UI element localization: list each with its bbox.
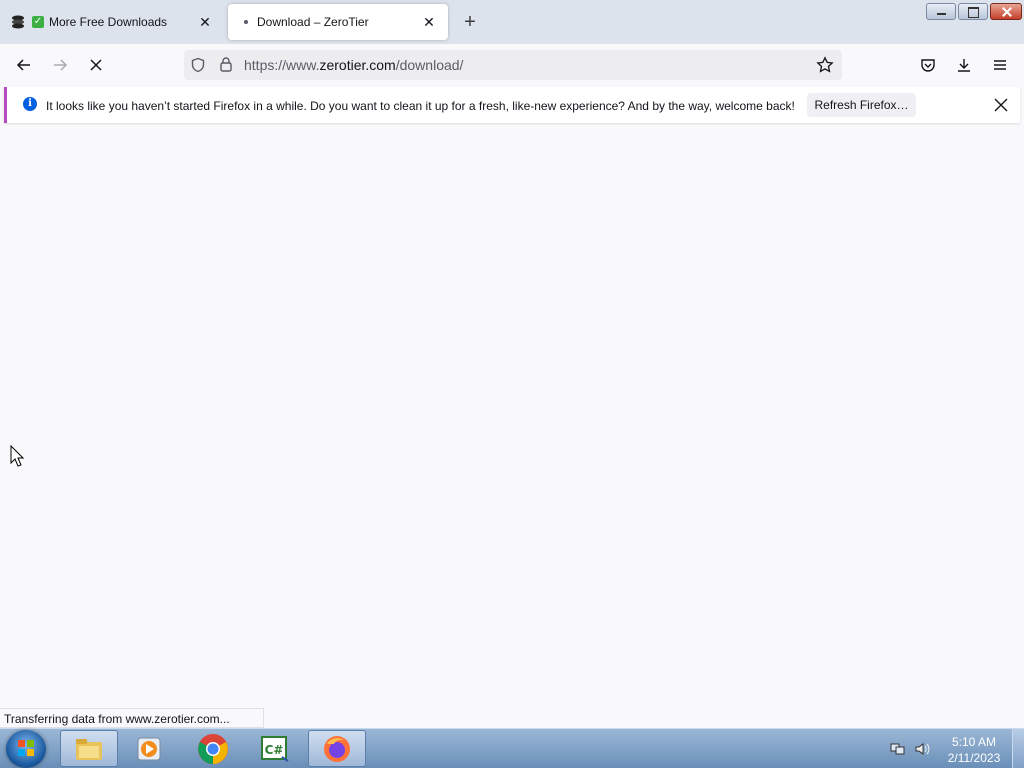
tab-title: Download – ZeroTier: [257, 15, 369, 29]
taskbar-csharp[interactable]: C#: [246, 730, 304, 767]
network-icon[interactable]: [890, 741, 906, 760]
url-bar[interactable]: https://www.zerotier.com/download/: [184, 50, 842, 80]
svg-text:C#: C#: [265, 743, 284, 757]
stop-x-icon: [90, 59, 102, 71]
notification-message: It looks like you haven’t started Firefo…: [46, 99, 795, 113]
refresh-firefox-button[interactable]: Refresh Firefox…: [807, 93, 916, 117]
page-content-area[interactable]: [0, 128, 1024, 728]
taskbar: C# 5:10 AM 2/11/2023: [0, 728, 1024, 768]
status-panel: Transferring data from www.zerotier.com.…: [0, 708, 264, 728]
download-arrow-icon: [958, 59, 970, 72]
mouse-cursor-icon: [10, 444, 25, 470]
url-prefix: https://www.: [244, 57, 320, 73]
start-button[interactable]: [6, 730, 46, 768]
url-host: zerotier.com: [319, 57, 396, 73]
taskbar-clock[interactable]: 5:10 AM 2/11/2023: [944, 734, 1004, 766]
refresh-notification-bar: i It looks like you haven’t started Fire…: [4, 87, 1020, 123]
pocket-icon: [921, 59, 935, 72]
hamburger-menu-icon: [994, 60, 1006, 70]
info-icon: i: [23, 97, 37, 111]
forward-button[interactable]: [46, 51, 74, 79]
restore-button[interactable]: [958, 3, 988, 20]
back-button[interactable]: [10, 51, 38, 79]
downloads-button[interactable]: [950, 51, 978, 79]
menu-button[interactable]: [986, 51, 1014, 79]
close-tab-icon[interactable]: ✕: [196, 13, 214, 31]
tab-title: More Free Downloads: [49, 15, 168, 29]
windows-logo-icon: [18, 740, 34, 756]
taskbar-media-player[interactable]: [120, 730, 178, 767]
show-desktop-button[interactable]: [1012, 729, 1024, 768]
folder-icon: [76, 738, 102, 760]
taskbar-explorer[interactable]: [60, 730, 118, 767]
taskbar-chrome[interactable]: [184, 730, 242, 767]
nav-bar: https://www.zerotier.com/download/: [0, 44, 1024, 86]
csharp-icon: C#: [261, 735, 289, 762]
clock-time: 5:10 AM: [951, 735, 997, 749]
site-stack-icon: [10, 14, 26, 30]
stop-button[interactable]: [82, 51, 110, 79]
green-check-icon: ✓: [32, 16, 44, 28]
url-text[interactable]: https://www.zerotier.com/download/: [244, 57, 463, 73]
tab-more-free-downloads[interactable]: ✓ More Free Downloads ✕: [0, 4, 224, 40]
lock-icon[interactable]: [218, 56, 234, 75]
close-icon: [994, 98, 1008, 112]
back-arrow-icon: [16, 59, 30, 71]
star-bookmark-icon[interactable]: [816, 56, 834, 77]
tab-strip: ✓ More Free Downloads ✕ Download – ZeroT…: [0, 0, 1024, 44]
close-tab-icon[interactable]: ✕: [420, 13, 438, 31]
volume-icon[interactable]: [914, 741, 930, 760]
tab-download-zerotier[interactable]: Download – ZeroTier ✕: [228, 4, 448, 40]
shield-icon[interactable]: [190, 57, 206, 76]
taskbar-firefox[interactable]: [308, 730, 366, 767]
loading-dot-icon: [244, 20, 248, 24]
clock-date: 2/11/2023: [947, 751, 1001, 765]
chrome-icon: [198, 733, 228, 764]
firefox-icon: [324, 735, 350, 762]
close-window-button[interactable]: [990, 3, 1022, 20]
new-tab-button[interactable]: +: [458, 10, 482, 34]
forward-arrow-icon: [54, 59, 68, 71]
close-notification-button[interactable]: [991, 95, 1011, 115]
media-player-icon: [137, 737, 161, 760]
minimize-button[interactable]: [926, 3, 956, 20]
pocket-button[interactable]: [914, 51, 942, 79]
url-path: /download/: [395, 57, 464, 73]
